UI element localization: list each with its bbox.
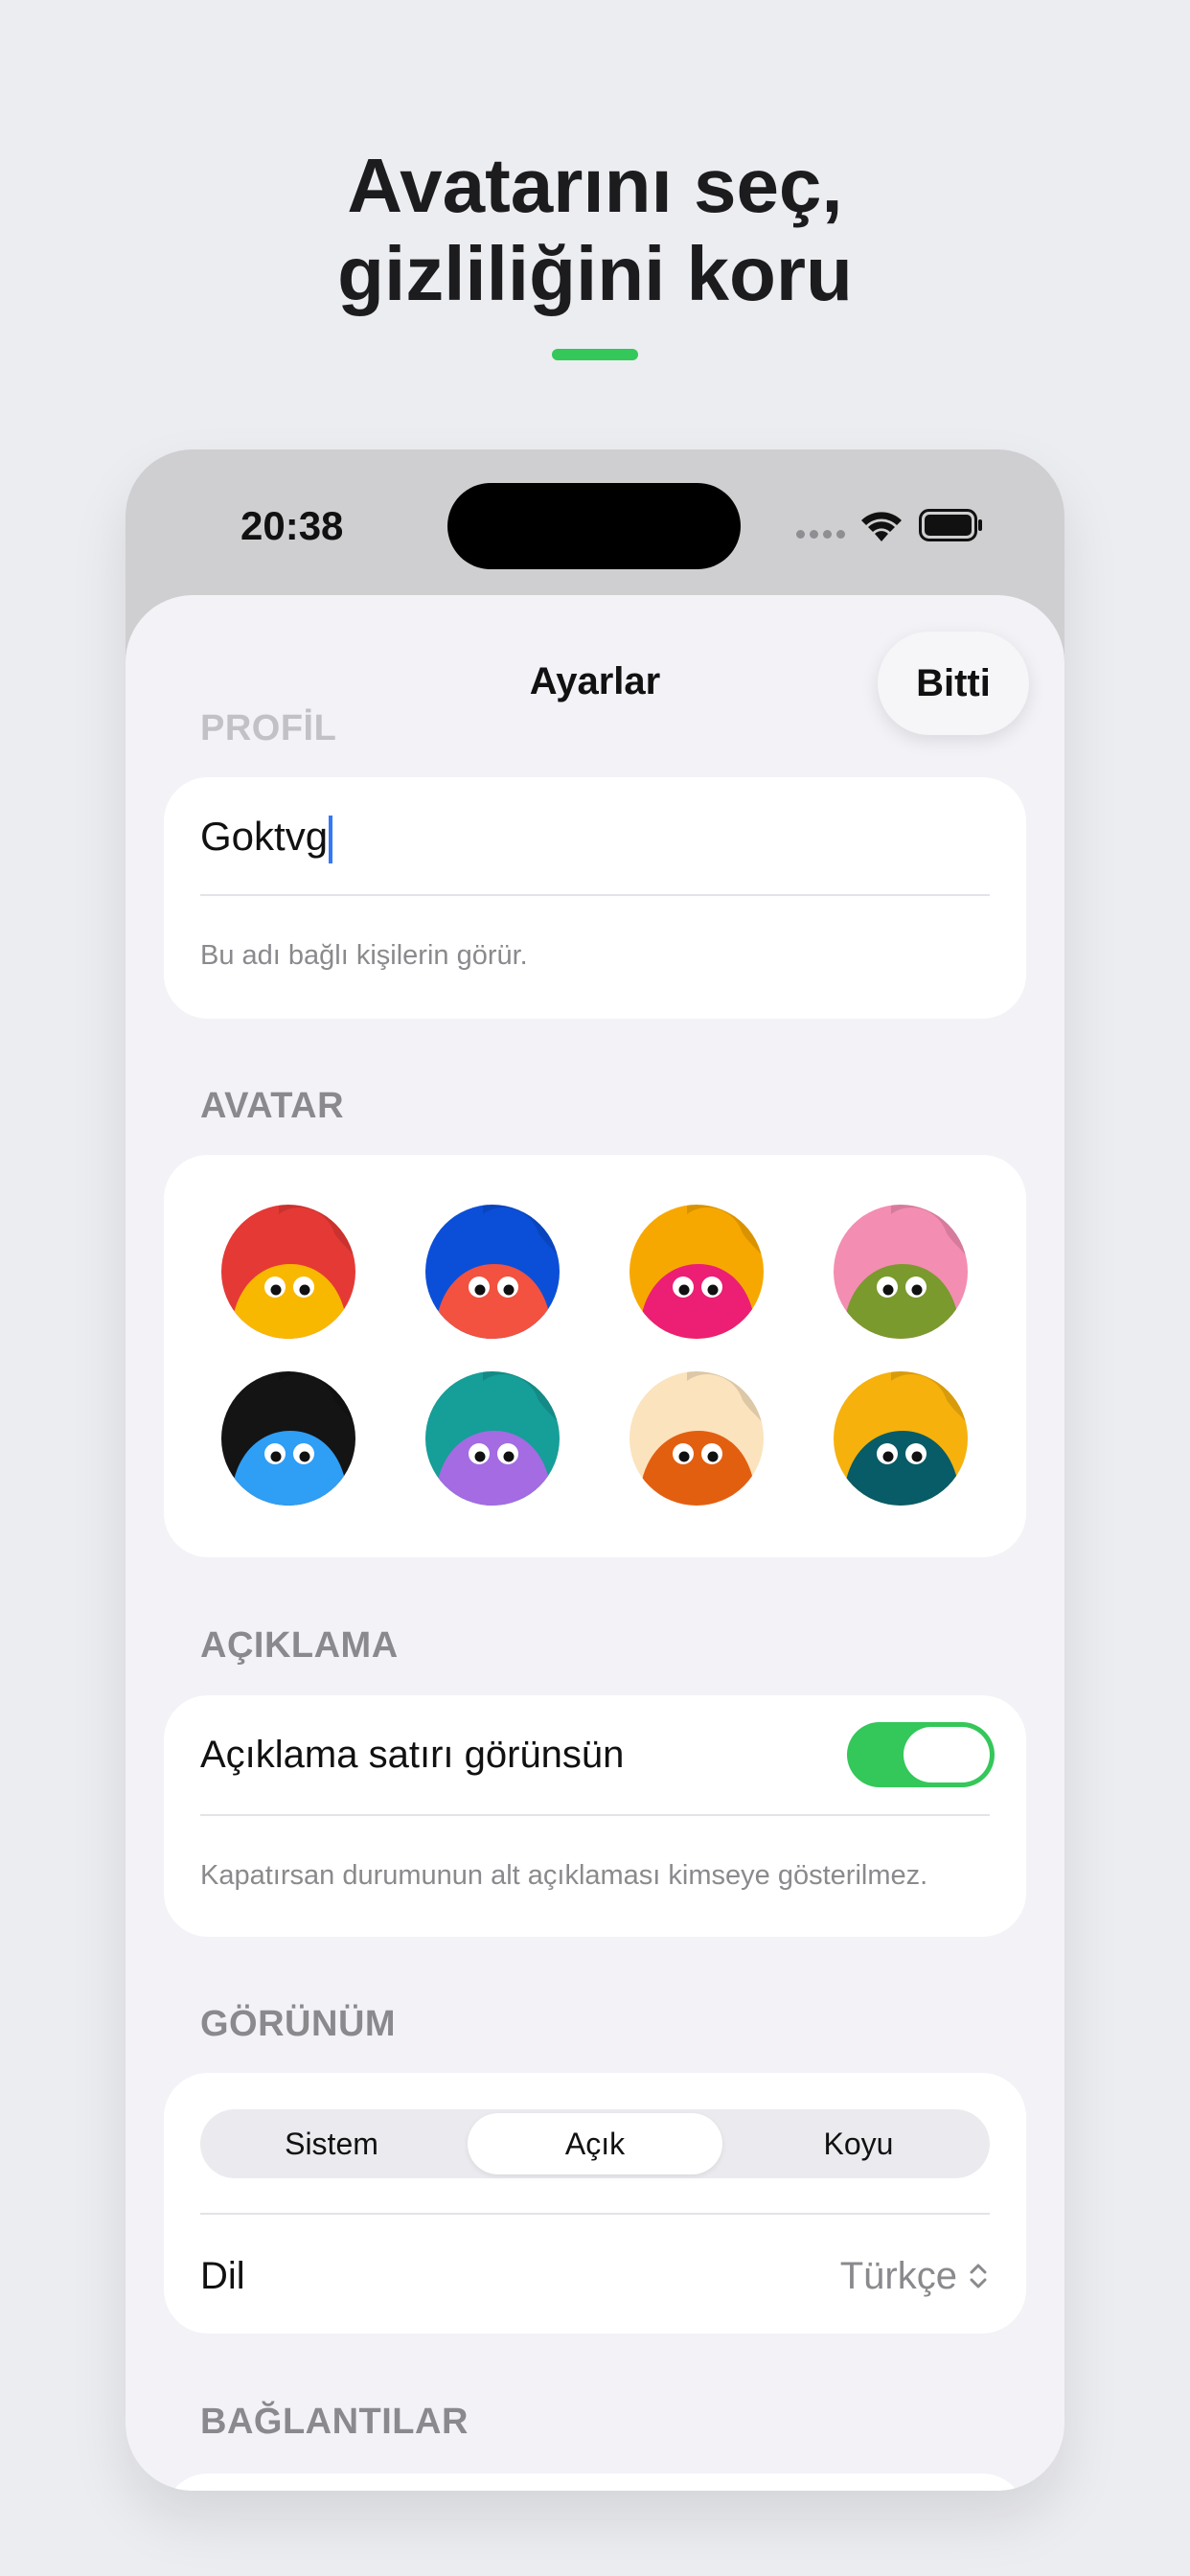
- description-card: Açıklama satırı görünsün Kapatırsan duru…: [164, 1695, 1026, 1937]
- description-footer: Kapatırsan durumunun alt açıklaması kims…: [200, 1860, 928, 1891]
- divider: [200, 894, 990, 896]
- avatar-teal-purple[interactable]: [425, 1371, 560, 1506]
- avatar-black-blue[interactable]: [221, 1371, 355, 1506]
- headline-line-2: gizliliğini koru: [337, 231, 853, 316]
- section-label-appearance: GÖRÜNÜM: [200, 2004, 397, 2044]
- profile-footer: Bu adı bağlı kişilerin görür.: [200, 940, 528, 971]
- language-label: Dil: [200, 2255, 245, 2297]
- avatar-card: [164, 1155, 1026, 1557]
- text-caret: [329, 815, 333, 863]
- wifi-icon: [861, 512, 902, 541]
- section-label-profile: PROFİL: [200, 708, 337, 748]
- profile-card: Goktvg Bu adı bağlı kişilerin görür.: [164, 777, 1026, 1019]
- headline-line-1: Avatarını seç,: [347, 143, 843, 228]
- battery-icon: [919, 509, 982, 541]
- appearance-segmented-control: Sistem Açık Koyu: [200, 2109, 990, 2178]
- headline: Avatarını seç, gizliliğini koru: [0, 142, 1190, 318]
- done-button[interactable]: Bitti: [878, 632, 1029, 735]
- phone-frame: 20:38 Ayarlar Bitti PROFİL Goktvg Bu adı…: [126, 449, 1064, 2491]
- avatar-blue-coral[interactable]: [425, 1205, 560, 1339]
- status-time: 20:38: [240, 503, 344, 548]
- avatar-yellow-teal[interactable]: [834, 1371, 968, 1506]
- name-input-value: Goktvg: [200, 814, 329, 859]
- language-picker[interactable]: Türkçe: [840, 2215, 990, 2337]
- avatar-red-yellow[interactable]: [221, 1205, 355, 1339]
- language-value: Türkçe: [839, 2254, 957, 2297]
- avatar-pink-olive[interactable]: [834, 1205, 968, 1339]
- appearance-card: Sistem Açık Koyu Dil Türkçe: [164, 2073, 1026, 2334]
- divider: [200, 1814, 990, 1816]
- segment-sistem[interactable]: Sistem: [204, 2113, 459, 2174]
- dynamic-island: [447, 483, 741, 569]
- signal-dots-icon: [796, 526, 852, 539]
- section-label-avatar: AVATAR: [200, 1086, 345, 1126]
- section-label-connections: BAĞLANTILAR: [200, 2402, 469, 2442]
- avatar-cream-orange[interactable]: [629, 1371, 764, 1506]
- avatar-orange-pink[interactable]: [629, 1205, 764, 1339]
- toggle-knob: [904, 1727, 990, 1782]
- chevron-up-down-icon: [970, 2264, 987, 2288]
- segment-acik[interactable]: Açık: [468, 2113, 722, 2174]
- segment-koyu[interactable]: Koyu: [731, 2113, 986, 2174]
- accent-underline: [552, 349, 638, 360]
- settings-sheet: Ayarlar Bitti PROFİL Goktvg Bu adı bağlı…: [126, 595, 1064, 2491]
- section-label-description: AÇIKLAMA: [200, 1625, 399, 1666]
- connections-card: [164, 2473, 1026, 2491]
- description-toggle-label: Açıklama satırı görünsün: [200, 1734, 625, 1776]
- name-input[interactable]: Goktvg: [200, 814, 333, 863]
- description-toggle[interactable]: [847, 1722, 995, 1787]
